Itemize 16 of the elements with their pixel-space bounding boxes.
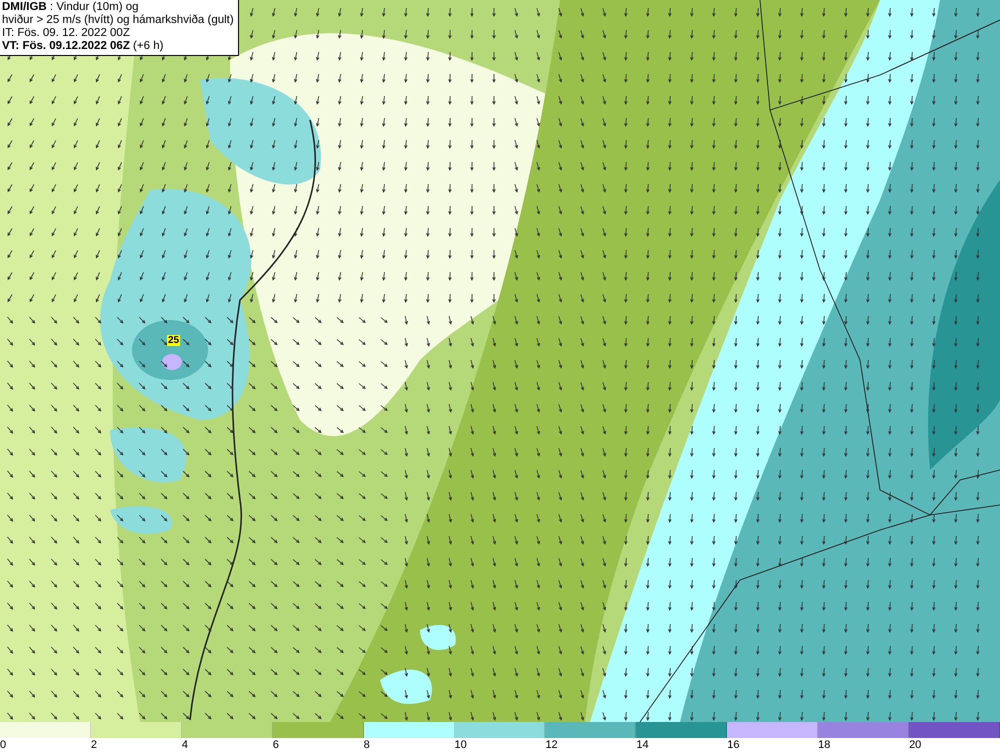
legend-label: 8 xyxy=(364,738,370,752)
legend-label: 14 xyxy=(636,738,649,752)
gust-label: 25 xyxy=(167,335,180,346)
legend-label: 4 xyxy=(182,738,188,752)
legend-label: 18 xyxy=(818,738,830,752)
legend-label: 2 xyxy=(90,738,98,752)
legend-label: 12 xyxy=(545,738,558,752)
title-line: IT: Fös. 09. 12. 2022 00Z xyxy=(2,27,131,40)
legend-label: 16 xyxy=(727,738,740,752)
legend-label: 6 xyxy=(272,738,279,752)
legend-label: 0 xyxy=(0,738,6,752)
title-line: hviður > 25 m/s (hvítt) og hámarkshviða (gult) xyxy=(2,14,234,27)
title-line: VT: Fös. 09.12.2022 06Z (+6 h) xyxy=(2,40,164,53)
legend-label: 10 xyxy=(454,738,467,752)
title-line: DMI/IGB : Vindur (10m) og xyxy=(2,1,140,14)
legend-label: 20 xyxy=(909,738,922,752)
